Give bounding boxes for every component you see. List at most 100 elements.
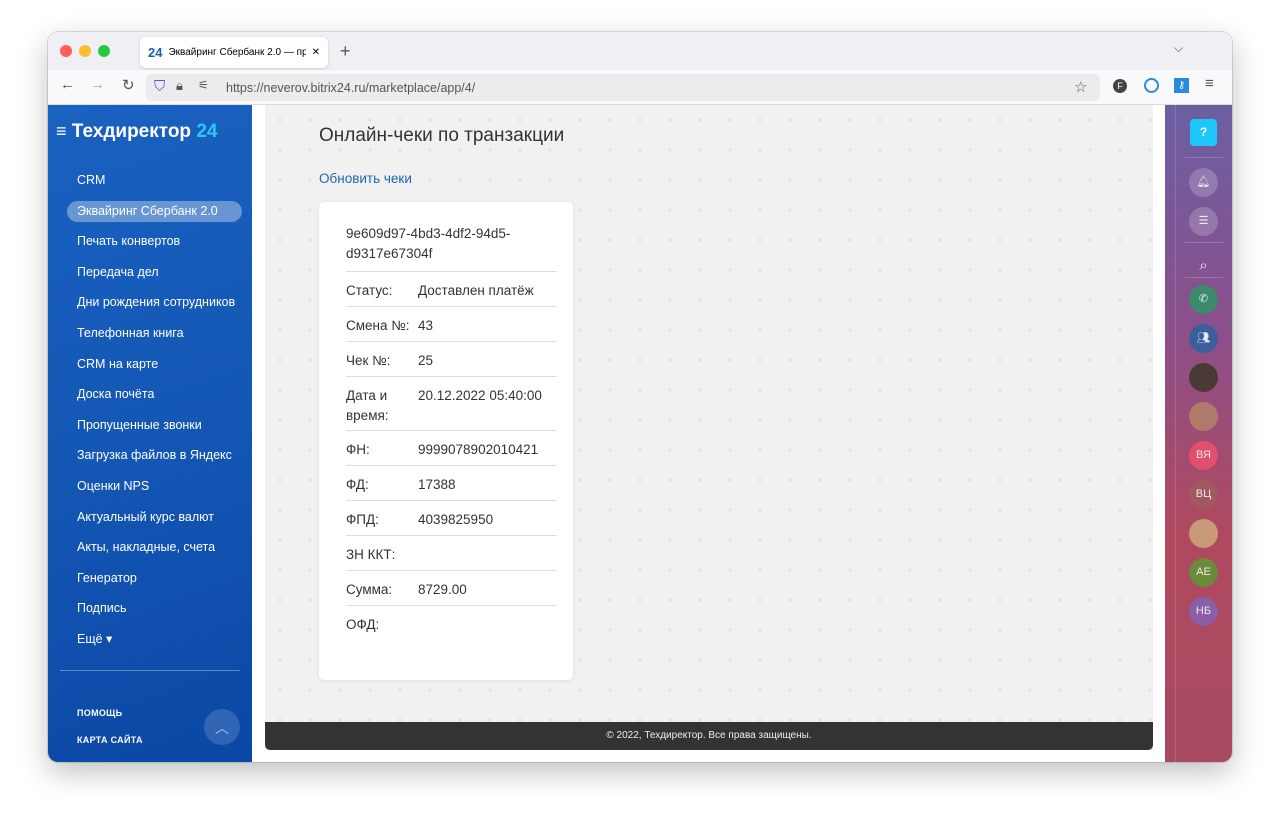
row-label: ОФД: [346,617,380,632]
receipt-row: ФН: 9999078902010421 [346,431,557,466]
receipt-row: ЗН ККТ: [346,536,557,571]
close-window-button[interactable] [60,45,72,57]
receipt-card: 9e609d97-4bd3-4df2-94d5-d9317e67304f Ста… [319,202,573,680]
row-label: ФПД: [346,512,379,527]
sidebar-item[interactable]: Телефонная книга [67,318,242,349]
receipt-row: Смена №: 43 [346,307,557,342]
user-avatar[interactable]: ВЦ [1189,480,1218,509]
row-label: Чек №: [346,353,391,368]
chevron-down-icon[interactable]: ⌵ [1174,41,1183,56]
permissions-icon: ⚟ [198,78,209,92]
url-text: https://neverov.bitrix24.ru/marketplace/… [226,80,476,95]
hamburger-icon[interactable]: ≡ [56,121,67,141]
extension-key-icon[interactable]: ⚷ [1174,78,1189,93]
logo-number: 24 [196,121,218,142]
sidebar-item[interactable]: Генератор [67,563,242,594]
back-icon[interactable]: ← [60,76,75,93]
sidebar-item[interactable]: CRM на карте [67,349,242,380]
content-area: Онлайн-чеки по транзакции Обновить чеки … [265,105,1153,750]
row-value [418,615,557,637]
row-value: Доставлен платёж [418,283,534,298]
menu-icon[interactable]: ≡ [1205,75,1214,92]
row-value: 8729.00 [418,582,467,597]
bookmark-star-icon[interactable]: ☆ [1074,78,1087,96]
sidebar-item[interactable]: Акты, накладные, счета [67,532,242,563]
sidebar-item[interactable]: Доска почёта [67,379,242,410]
group-chat-icon[interactable]: 👥︎ [1189,324,1218,353]
row-label: ФН: [346,442,370,457]
browser-window: 24 Эквайринг Сбербанк 2.0 — прил ✕ + ⌵ ←… [48,32,1232,762]
new-tab-icon[interactable]: + [340,41,351,62]
sidebar-item[interactable]: Подпись [67,593,242,624]
tab-title: Эквайринг Сбербанк 2.0 — прил [168,47,306,58]
help-icon[interactable]: ? [1190,119,1217,146]
maximize-window-button[interactable] [98,45,110,57]
lock-icon: 🔒︎ [176,78,183,93]
sidebar-item[interactable]: Пропущенные звонки [67,410,242,441]
shield-icon: ⛉ [154,78,166,95]
notifications-bell-icon[interactable]: 🔔︎ [1189,168,1218,197]
close-tab-icon[interactable]: ✕ [312,47,320,58]
row-label: Дата и время: [346,388,389,423]
chat-icon[interactable]: ☰ [1189,207,1218,236]
browser-tab[interactable]: 24 Эквайринг Сбербанк 2.0 — прил ✕ [140,37,328,68]
divider [1185,157,1223,158]
avatar[interactable] [1189,519,1218,548]
receipt-row: Дата и время: 20.12.2022 05:40:00 [346,377,557,431]
extension-f-icon[interactable]: F [1113,79,1127,93]
receipt-row: Статус: Доставлен платёж [346,272,557,307]
extension-timer-icon[interactable] [1144,78,1159,93]
row-value: 9999078902010421 [418,442,539,457]
sidebar: ≡ Техдиректор 24 CRM Эквайринг Сбербанк 2… [48,105,252,762]
help-link[interactable]: ПОМОЩЬ [77,708,122,718]
divider [60,670,240,671]
nav-bar: ← → ↻ ⛉ 🔒︎ ⚟ https://neverov.bitrix24.ru… [48,70,1232,105]
sidebar-item[interactable]: Передача дел [67,257,242,288]
receipt-row: Сумма: 8729.00 [346,571,557,606]
search-icon[interactable]: ⌕ [1189,251,1218,280]
row-label: Сумма: [346,582,393,597]
row-label: Смена №: [346,318,410,333]
row-value: 17388 [418,477,456,492]
row-value: 20.12.2022 05:40:00 [418,388,542,403]
sidebar-item[interactable]: CRM [67,165,242,196]
row-label: ЗН ККТ: [346,547,396,562]
phone-icon[interactable]: ✆ [1189,285,1218,314]
minimize-window-button[interactable] [79,45,91,57]
sidebar-item[interactable]: Загрузка файлов в Яндекс [67,440,242,471]
scroll-up-button[interactable]: ︿ [204,709,240,745]
user-avatar[interactable]: ВЯ [1189,441,1218,470]
sidebar-item[interactable]: Ещё ▾ [67,624,242,655]
sidebar-item[interactable]: Дни рождения сотрудников [67,287,242,318]
sitemap-link[interactable]: КАРТА САЙТА [77,735,143,745]
page-title: Онлайн-чеки по транзакции [319,125,565,146]
reload-icon[interactable]: ↻ [122,76,135,94]
divider [1185,242,1223,243]
sidebar-item[interactable]: Актуальный курс валют [67,502,242,533]
footer: © 2022, Техдиректор. Все права защищены. [265,722,1153,750]
avatar[interactable] [1189,363,1218,392]
row-value: 25 [418,353,434,368]
receipt-row: ФД: 17388 [346,466,557,501]
sidebar-item[interactable]: Оценки NPS [67,471,242,502]
panel-divider [1175,105,1176,762]
sidebar-item[interactable]: Эквайринг Сбербанк 2.0 [67,200,242,222]
sidebar-item[interactable]: Печать конвертов [67,226,242,257]
tab-bar: 24 Эквайринг Сбербанк 2.0 — прил ✕ + ⌵ [48,32,1232,70]
avatar[interactable] [1189,402,1218,431]
divider [1185,277,1223,278]
receipt-row: Чек №: 25 [346,342,557,377]
forward-icon[interactable]: → [90,76,105,93]
right-panel: ? 🔔︎ ☰ ⌕ ✆ 👥︎ ВЯ ВЦ АЕ НБ [1165,105,1232,762]
user-avatar[interactable]: НБ [1189,597,1218,626]
row-label: Статус: [346,283,393,298]
main-content: Онлайн-чеки по транзакции Обновить чеки … [252,105,1165,762]
favicon: 24 [148,45,163,60]
receipt-row: ФПД: 4039825950 [346,501,557,536]
refresh-receipts-link[interactable]: Обновить чеки [319,171,412,186]
logo-text: Техдиректор [71,121,192,142]
user-avatar[interactable]: АЕ [1189,558,1218,587]
address-bar[interactable]: ⛉ 🔒︎ ⚟ https://neverov.bitrix24.ru/marke… [146,74,1100,101]
row-label: ФД: [346,477,369,492]
logo[interactable]: ≡ Техдиректор 24 [56,121,217,143]
